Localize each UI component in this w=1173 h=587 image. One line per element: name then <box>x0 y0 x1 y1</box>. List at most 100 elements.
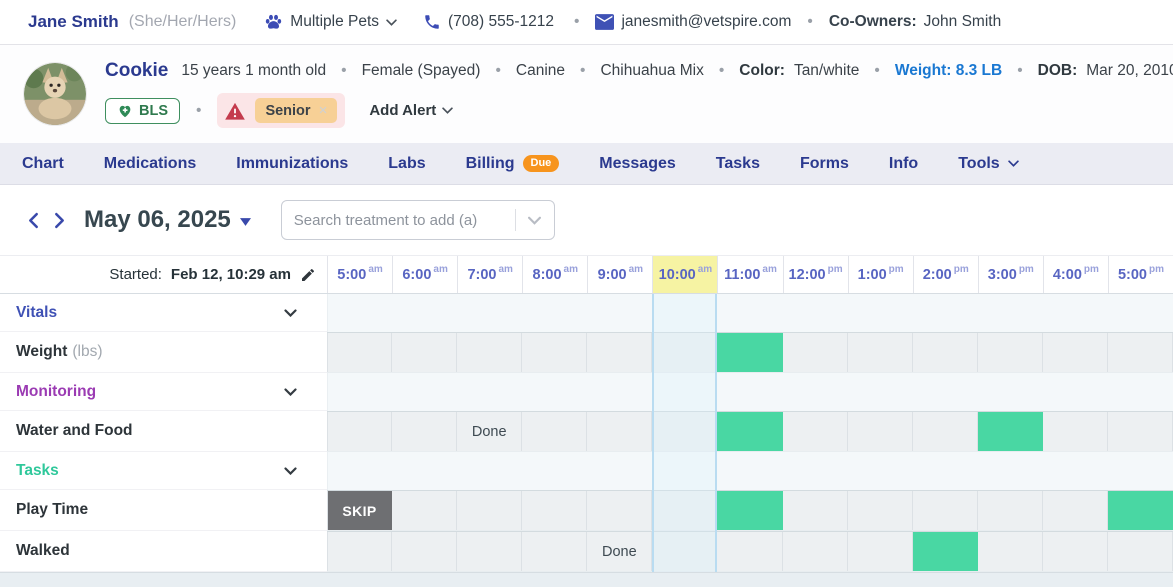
schedule-cell[interactable] <box>1108 491 1173 530</box>
edit-pencil-icon[interactable] <box>300 267 316 283</box>
time-column-header: 8:00am <box>522 256 587 293</box>
separator-dot: • <box>874 62 879 80</box>
previous-day-button[interactable] <box>20 207 46 233</box>
schedule-cell[interactable] <box>783 491 848 530</box>
schedule-cell[interactable] <box>978 333 1043 372</box>
schedule-cell[interactable] <box>783 333 848 372</box>
schedule-cell[interactable] <box>652 491 717 530</box>
time-column-header: 6:00am <box>392 256 457 293</box>
schedule-cell[interactable] <box>717 412 782 451</box>
schedule-cell[interactable]: Done <box>457 412 522 451</box>
tab-chart[interactable]: Chart <box>2 143 84 184</box>
schedule-cell[interactable] <box>392 532 457 571</box>
schedule-cell[interactable] <box>522 491 587 530</box>
collapse-chevron-icon[interactable] <box>284 309 311 317</box>
treatment-row: Play TimeSKIP <box>0 490 1173 531</box>
schedule-cell[interactable] <box>848 491 913 530</box>
time-column-header: 3:00pm <box>978 256 1043 293</box>
collapse-chevron-icon[interactable] <box>284 467 311 475</box>
tab-forms[interactable]: Forms <box>780 143 869 184</box>
schedule-cell[interactable] <box>848 412 913 451</box>
schedule-cell[interactable] <box>522 532 587 571</box>
schedule-cell[interactable] <box>1108 532 1173 571</box>
schedule-cell[interactable] <box>457 532 522 571</box>
row-cells <box>327 452 1173 490</box>
schedule-cell[interactable] <box>1108 412 1173 451</box>
search-dropdown-chevron-icon[interactable] <box>516 216 554 225</box>
schedule-cell[interactable] <box>783 412 848 451</box>
tab-billing[interactable]: Billing Due <box>446 143 580 184</box>
schedule-cell[interactable] <box>652 333 717 372</box>
schedule-cell[interactable] <box>913 532 978 571</box>
patient-weight-link[interactable]: Weight: 8.3 LB <box>895 62 1002 80</box>
schedule-cell[interactable] <box>652 412 717 451</box>
schedule-cell[interactable] <box>587 491 652 530</box>
schedule-cell[interactable]: Done <box>587 532 652 571</box>
tab-tools[interactable]: Tools <box>938 143 1038 184</box>
date-label[interactable]: May 06, 2025 <box>84 206 231 234</box>
tab-label: Chart <box>22 155 64 173</box>
patient-badges-line: BLS • Senior × Add Alert <box>105 93 1173 128</box>
owner-name-link[interactable]: Jane Smith <box>28 12 119 32</box>
heart-cross-icon <box>117 103 133 118</box>
schedule-cell[interactable] <box>392 491 457 530</box>
schedule-cell[interactable] <box>978 491 1043 530</box>
treatment-search-input[interactable] <box>282 212 515 229</box>
bls-badge[interactable]: BLS <box>105 98 180 124</box>
tab-tasks[interactable]: Tasks <box>696 143 780 184</box>
schedule-cell[interactable] <box>978 412 1043 451</box>
schedule-cell[interactable] <box>1108 333 1173 372</box>
tab-medications[interactable]: Medications <box>84 143 216 184</box>
schedule-cell[interactable] <box>978 532 1043 571</box>
schedule-cell[interactable] <box>327 412 392 451</box>
schedule-cell[interactable] <box>913 412 978 451</box>
collapse-chevron-icon[interactable] <box>284 388 311 396</box>
schedule-cell[interactable] <box>522 333 587 372</box>
schedule-cell[interactable] <box>717 491 782 530</box>
tab-labs[interactable]: Labs <box>368 143 445 184</box>
schedule-cell[interactable] <box>1043 333 1108 372</box>
tab-label: Labs <box>388 155 425 173</box>
patient-avatar[interactable] <box>24 63 86 125</box>
patient-sex: Female (Spayed) <box>362 62 481 80</box>
schedule-cell[interactable] <box>717 532 782 571</box>
schedule-cell[interactable] <box>783 532 848 571</box>
schedule-cell[interactable] <box>587 412 652 451</box>
schedule-cell[interactable] <box>522 412 587 451</box>
pets-selector[interactable]: Multiple Pets <box>264 13 397 32</box>
tab-label: Tasks <box>716 155 760 173</box>
close-icon[interactable]: × <box>319 102 328 119</box>
schedule-cell[interactable] <box>848 532 913 571</box>
time-column-header: 12:00pm <box>783 256 848 293</box>
schedule-cell[interactable] <box>1043 532 1108 571</box>
next-day-button[interactable] <box>46 207 72 233</box>
co-owner-name-link[interactable]: John Smith <box>924 13 1002 31</box>
tab-immunizations[interactable]: Immunizations <box>216 143 368 184</box>
schedule-cell[interactable] <box>392 333 457 372</box>
schedule-cell[interactable] <box>913 491 978 530</box>
tab-label: Medications <box>104 155 196 173</box>
senior-alert-tag: Senior × <box>255 98 337 123</box>
schedule-cell[interactable] <box>717 333 782 372</box>
tab-info[interactable]: Info <box>869 143 938 184</box>
schedule-cell[interactable] <box>1043 412 1108 451</box>
tab-messages[interactable]: Messages <box>579 143 696 184</box>
owner-email[interactable]: janesmith@vetspire.com <box>595 13 791 31</box>
schedule-cell[interactable] <box>457 333 522 372</box>
schedule-cell[interactable] <box>392 412 457 451</box>
schedule-cell[interactable]: SKIP <box>327 491 392 530</box>
caret-down-icon[interactable] <box>240 218 251 226</box>
owner-bar: Jane Smith (She/Her/Hers) Multiple Pets … <box>0 0 1173 45</box>
schedule-cell[interactable] <box>457 491 522 530</box>
patient-dob-label: DOB: <box>1038 62 1078 80</box>
schedule-cell[interactable] <box>327 333 392 372</box>
started-label: Started: <box>109 266 162 283</box>
schedule-cell[interactable] <box>848 333 913 372</box>
schedule-cell[interactable] <box>652 532 717 571</box>
schedule-cell[interactable] <box>1043 491 1108 530</box>
add-alert-button[interactable]: Add Alert <box>369 102 453 119</box>
schedule-cell[interactable] <box>913 333 978 372</box>
owner-phone[interactable]: (708) 555-1212 <box>423 13 554 31</box>
schedule-cell[interactable] <box>327 532 392 571</box>
schedule-cell[interactable] <box>587 333 652 372</box>
